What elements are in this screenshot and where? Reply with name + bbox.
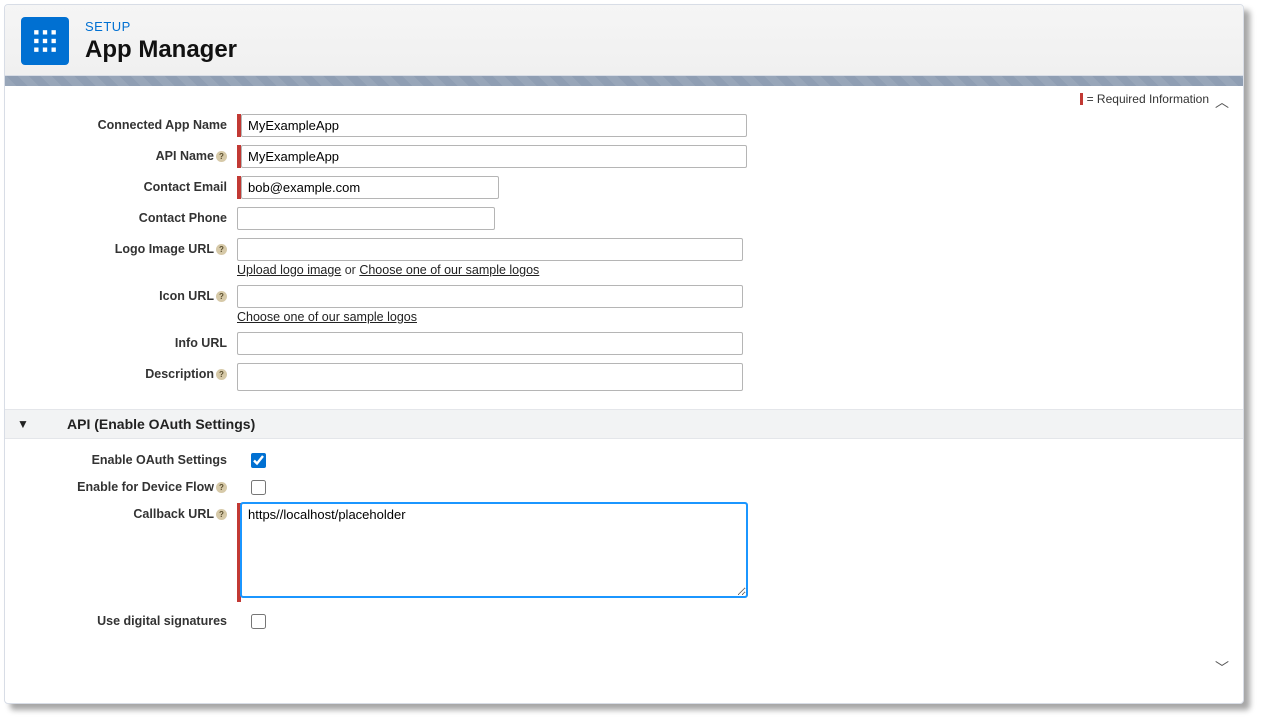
chevron-down-icon[interactable]: ▼: [17, 417, 31, 431]
help-icon[interactable]: ?: [216, 509, 227, 520]
contact-phone-label: Contact Phone: [5, 207, 237, 225]
callback-url-textarea[interactable]: [241, 503, 747, 597]
collapse-section-icon[interactable]: ︿: [1215, 92, 1229, 112]
icon-url-input[interactable]: [237, 285, 743, 308]
icon-url-label: Icon URL: [159, 289, 214, 303]
help-icon[interactable]: ?: [216, 482, 227, 493]
sample-logos-link[interactable]: Choose one of our sample logos: [359, 263, 539, 277]
app-manager-panel: SETUP App Manager = Required Information…: [4, 4, 1244, 704]
use-digital-signatures-label: Use digital signatures: [5, 610, 237, 628]
form-scroll-area[interactable]: = Required Information ︿ Connected App N…: [5, 86, 1243, 684]
help-icon[interactable]: ?: [216, 291, 227, 302]
decorative-strip: [5, 76, 1243, 86]
setup-eyebrow: SETUP: [85, 19, 237, 34]
logo-image-url-input[interactable]: [237, 238, 743, 261]
page-header: SETUP App Manager: [5, 5, 1243, 76]
description-label: Description: [145, 367, 214, 381]
api-name-input[interactable]: [241, 145, 747, 168]
enable-oauth-checkbox[interactable]: [251, 453, 266, 468]
callback-url-label: Callback URL: [133, 507, 214, 521]
required-legend: = Required Information: [1080, 92, 1209, 106]
connected-app-name-input[interactable]: [241, 114, 747, 137]
info-url-input[interactable]: [237, 332, 743, 355]
description-input[interactable]: [237, 363, 743, 391]
enable-oauth-label: Enable OAuth Settings: [5, 449, 237, 467]
help-icon[interactable]: ?: [216, 369, 227, 380]
logo-image-url-label: Logo Image URL: [115, 242, 214, 256]
oauth-section-title: API (Enable OAuth Settings): [67, 416, 255, 432]
contact-email-label: Contact Email: [5, 176, 237, 194]
help-icon[interactable]: ?: [216, 151, 227, 162]
upload-logo-link[interactable]: Upload logo image: [237, 263, 341, 277]
contact-phone-input[interactable]: [237, 207, 495, 230]
api-name-label: API Name: [156, 149, 214, 163]
connected-app-name-label: Connected App Name: [5, 114, 237, 132]
expand-section-icon[interactable]: ﹀: [1215, 658, 1229, 678]
grid-icon: [32, 28, 58, 54]
oauth-section-header: ▼ API (Enable OAuth Settings): [5, 409, 1243, 439]
page-title: App Manager: [85, 36, 237, 64]
app-launcher-icon: [21, 17, 69, 65]
enable-device-flow-checkbox[interactable]: [251, 480, 266, 495]
contact-email-input[interactable]: [241, 176, 499, 199]
enable-device-flow-label: Enable for Device Flow: [77, 480, 214, 494]
help-icon[interactable]: ?: [216, 244, 227, 255]
sample-icons-link[interactable]: Choose one of our sample logos: [237, 310, 417, 324]
use-digital-signatures-checkbox[interactable]: [251, 614, 266, 629]
info-url-label: Info URL: [5, 332, 237, 350]
